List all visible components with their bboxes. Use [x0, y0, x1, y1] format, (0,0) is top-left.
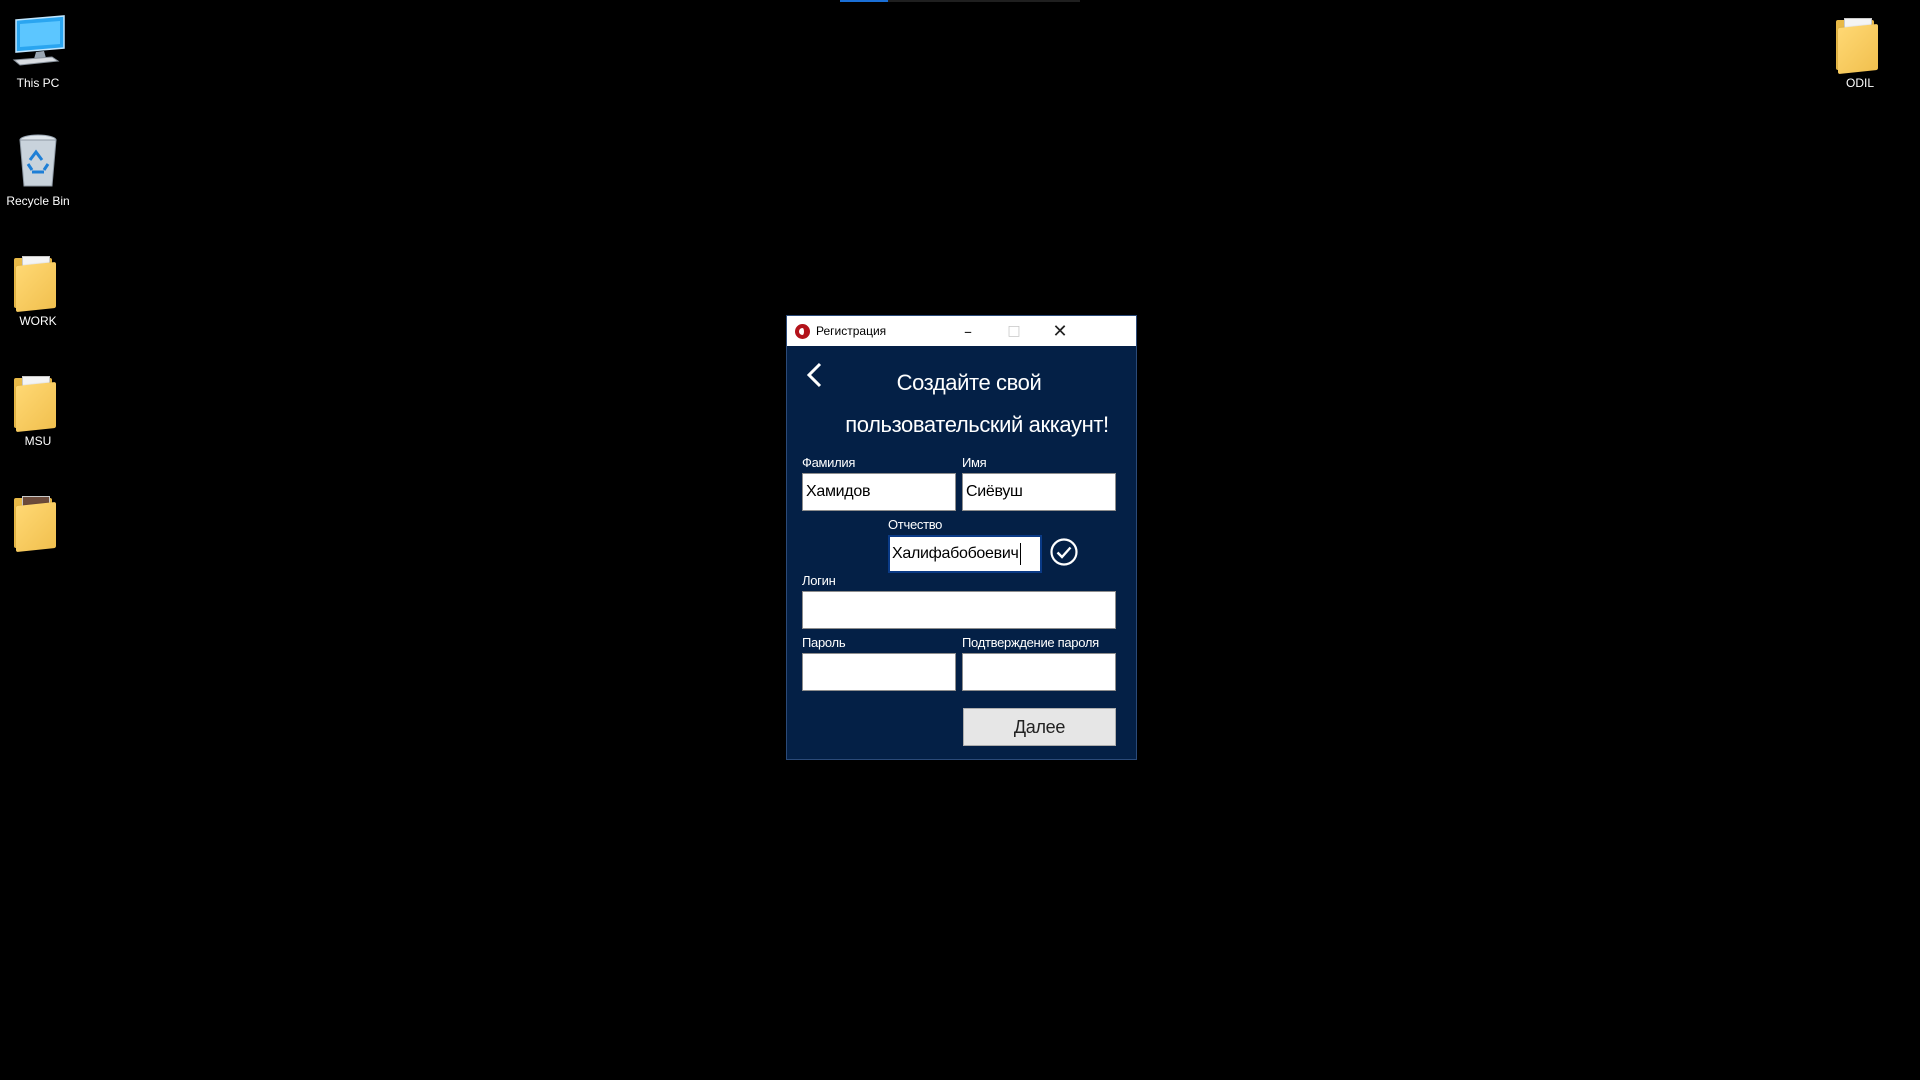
desktop-icon-label: MSU — [24, 434, 52, 448]
folder-icon — [1830, 12, 1890, 75]
next-button[interactable]: Далее — [963, 708, 1116, 746]
password-confirm-field[interactable] — [962, 653, 1116, 691]
desktop-icon-odil[interactable]: ODIL — [1814, 12, 1906, 90]
window-titlebar[interactable]: Регистрация – □ ✕ — [787, 316, 1136, 346]
maximize-button: □ — [1007, 323, 1021, 339]
password-label: Пароль — [802, 635, 846, 650]
patronymic-label: Отчество — [888, 517, 943, 532]
password-confirm-label: Подтверждение пароля — [962, 635, 1099, 650]
desktop-icon-msu[interactable]: MSU — [0, 370, 84, 448]
surname-field[interactable]: Хамидов — [802, 473, 956, 511]
patronymic-field[interactable]: Халифабобоевич — [888, 535, 1042, 573]
desktop-icon-folder[interactable] — [0, 490, 84, 554]
desktop-icon-label: Recycle Bin — [6, 194, 70, 208]
desktop-icon-label: ODIL — [1845, 76, 1874, 90]
patronymic-value: Халифабобоевич — [892, 545, 1019, 562]
desktop-icon-label: WORK — [19, 314, 57, 328]
desktop-icon-recycle-bin[interactable]: Recycle Bin — [0, 130, 84, 208]
desktop: This PC Recycle Bin WORK MSU ODIL Регист… — [0, 0, 1920, 1080]
page-title: Создайте свой пользовательский аккаунт! — [827, 362, 1127, 446]
top-indicator — [840, 0, 1080, 2]
folder-icon — [8, 490, 68, 553]
app-logo-icon — [795, 324, 810, 339]
close-button[interactable]: ✕ — [1037, 316, 1083, 346]
name-field[interactable]: Сиёвуш — [962, 473, 1116, 511]
text-caret — [1019, 542, 1021, 565]
folder-icon — [8, 370, 68, 433]
surname-label: Фамилия — [802, 455, 856, 470]
desktop-icon-work[interactable]: WORK — [0, 250, 84, 328]
check-circle-icon[interactable] — [1049, 537, 1079, 567]
computer-icon — [8, 12, 68, 72]
recycle-bin-icon — [8, 130, 68, 190]
login-field[interactable] — [802, 591, 1116, 629]
registration-window: Регистрация – □ ✕ Создайте свой пользова… — [786, 315, 1137, 760]
minimize-button[interactable]: – — [945, 316, 991, 346]
login-label: Логин — [802, 573, 836, 588]
page-title-line1: Создайте свой — [896, 370, 1042, 395]
folder-icon — [8, 250, 68, 313]
name-label: Имя — [962, 455, 987, 470]
desktop-icon-label: This PC — [16, 76, 60, 90]
password-field[interactable] — [802, 653, 956, 691]
page-title-line2: пользовательский аккаунт! — [845, 412, 1109, 437]
window-title: Регистрация — [816, 324, 887, 338]
desktop-icon-this-pc[interactable]: This PC — [0, 12, 84, 90]
